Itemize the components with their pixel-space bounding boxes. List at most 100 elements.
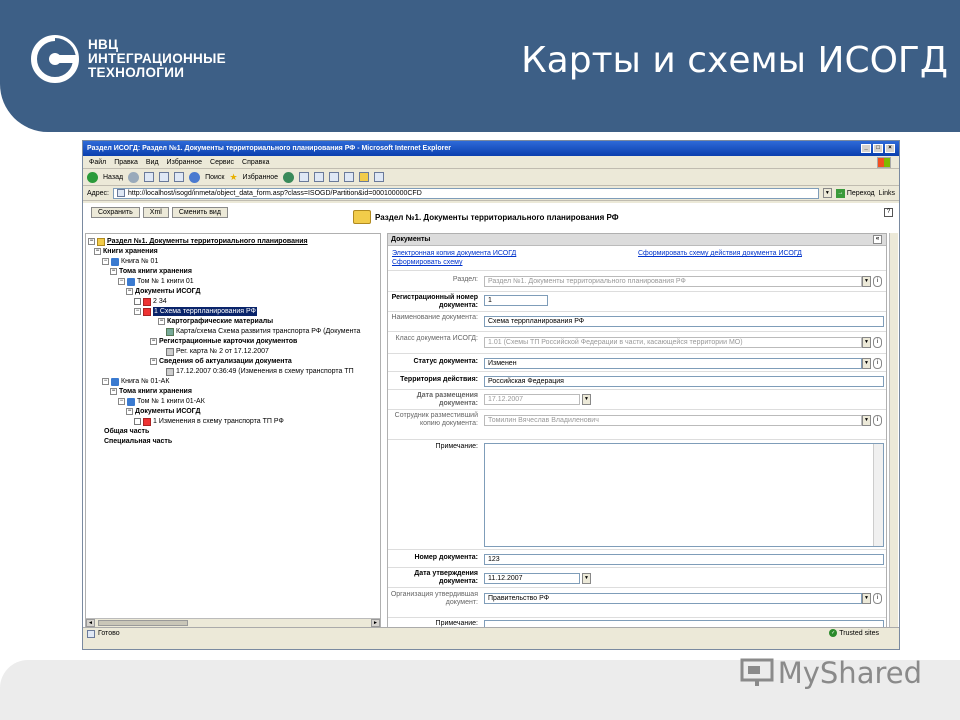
menu-help[interactable]: Справка xyxy=(242,159,269,166)
collapse-icon[interactable]: − xyxy=(150,338,157,345)
regnum-field[interactable]: 1 xyxy=(484,295,548,306)
refresh-icon[interactable] xyxy=(159,172,170,182)
links-button[interactable]: Links xyxy=(879,190,895,197)
collapse-icon[interactable]: − xyxy=(126,288,133,295)
menu-edit[interactable]: Правка xyxy=(114,159,138,166)
home-icon[interactable] xyxy=(174,172,185,182)
collapse-icon[interactable]: − xyxy=(102,378,109,385)
checkbox[interactable] xyxy=(134,418,141,425)
scroll-thumb[interactable] xyxy=(98,620,188,626)
history-icon[interactable] xyxy=(299,172,310,182)
tree-doc-234[interactable]: 2 34 xyxy=(134,297,167,306)
tree-doc-selected[interactable]: − 1 Схема террпланирования РФ xyxy=(134,307,257,316)
change-view-button[interactable]: Сменить вид xyxy=(171,207,228,218)
xml-button[interactable]: Xml xyxy=(142,207,169,218)
collapse-icon[interactable]: − xyxy=(118,278,125,285)
scroll-left-icon[interactable]: ◄ xyxy=(86,619,95,627)
make-scheme-link[interactable]: Сформировать схему xyxy=(392,259,463,266)
employee-dropdown-icon[interactable]: ▼ xyxy=(862,415,871,426)
status-info-icon[interactable]: i xyxy=(873,358,882,369)
favorites-label[interactable]: Избранное xyxy=(243,174,278,181)
tree-special[interactable]: Специальная часть xyxy=(104,437,172,446)
tree-map[interactable]: Карта/схема Схема развития транспорта РФ… xyxy=(166,327,360,336)
tree-volumes-2[interactable]: − Тома книги хранения xyxy=(110,387,192,396)
class-field[interactable]: 1.01 (Схемы ТП Российской Федерации в ча… xyxy=(484,337,862,348)
note-textarea[interactable] xyxy=(484,443,884,547)
tree-volume-1[interactable]: − Том № 1 книги 01 xyxy=(118,277,194,286)
search-icon[interactable] xyxy=(189,171,201,183)
favorites-star-icon[interactable]: ★ xyxy=(229,172,237,183)
name-field[interactable]: Схема террпланирования РФ xyxy=(484,316,884,327)
back-icon[interactable] xyxy=(87,171,98,183)
class-dropdown-icon[interactable]: ▼ xyxy=(862,337,871,348)
tree-volumes[interactable]: − Тома книги хранения xyxy=(110,267,192,276)
approve-calendar-icon[interactable]: ▼ xyxy=(582,573,591,584)
employee-field[interactable]: Томилин Вячеслав Владиленович xyxy=(484,415,862,426)
collapse-icon[interactable]: − xyxy=(94,248,101,255)
tree-general[interactable]: Общая часть xyxy=(104,427,149,436)
tree-doc-change[interactable]: 1 Изменения в схему транспорта ТП РФ xyxy=(134,417,284,426)
checkbox[interactable] xyxy=(134,298,141,305)
tree-reg-cards[interactable]: − Регистрационные карточки документов xyxy=(150,337,297,346)
page-scrollbar[interactable] xyxy=(889,233,898,628)
tree-volume-2[interactable]: − Том № 1 книги 01-АК xyxy=(118,397,205,406)
address-value[interactable]: http://localhost/isogd/inmeta/object_dat… xyxy=(128,190,422,197)
razdel-info-icon[interactable]: i xyxy=(873,276,882,287)
go-button[interactable]: → Переход xyxy=(835,188,875,198)
collapse-icon[interactable]: − xyxy=(88,238,95,245)
collapse-icon[interactable]: − xyxy=(110,388,117,395)
stop-icon[interactable] xyxy=(144,172,155,182)
collapse-icon[interactable]: − xyxy=(134,308,141,315)
tree-isogd-docs-2[interactable]: − Документы ИСОГД xyxy=(126,407,200,416)
collapse-icon[interactable]: − xyxy=(118,398,125,405)
docnum-field[interactable]: 123 xyxy=(484,554,884,565)
org-info-icon[interactable]: i xyxy=(873,593,882,604)
folder-icon[interactable] xyxy=(359,172,370,182)
status-dropdown-icon[interactable]: ▼ xyxy=(862,358,871,369)
razdel-dropdown-icon[interactable]: ▼ xyxy=(862,276,871,287)
tree-books[interactable]: − Книги хранения xyxy=(94,247,158,256)
print-icon[interactable] xyxy=(329,172,340,182)
tree-root[interactable]: − Раздел №1. Документы территориального … xyxy=(88,237,308,246)
address-dropdown-icon[interactable]: ▼ xyxy=(822,188,832,198)
date-field[interactable]: 17.12.2007 xyxy=(484,394,580,405)
menu-file[interactable]: Файл xyxy=(89,159,106,166)
collapse-icon[interactable]: − xyxy=(158,318,165,325)
status-field[interactable]: Изменен xyxy=(484,358,862,369)
action-scheme-link[interactable]: Сформировать схему действия документа ИС… xyxy=(638,250,802,257)
edit-icon[interactable] xyxy=(344,172,355,182)
class-info-icon[interactable]: i xyxy=(873,337,882,348)
collapse-icon[interactable]: − xyxy=(110,268,117,275)
territory-field[interactable]: Российская Федерация xyxy=(484,376,884,387)
collapse-icon[interactable]: − xyxy=(126,408,133,415)
tree-carto[interactable]: − Картографические материалы xyxy=(158,317,273,326)
close-button[interactable]: × xyxy=(885,144,895,153)
forward-icon[interactable] xyxy=(128,171,140,183)
minimize-button[interactable]: _ xyxy=(861,144,871,153)
tree-horizontal-scrollbar[interactable]: ◄ ► xyxy=(86,618,380,627)
help-icon[interactable]: ? xyxy=(884,208,893,217)
tree-actual[interactable]: − Сведения об актуализации документа xyxy=(150,357,292,366)
tree-book-01[interactable]: − Книга № 01 xyxy=(102,257,158,266)
razdel-field[interactable]: Раздел №1. Документы территориального пл… xyxy=(484,276,862,287)
collapse-icon[interactable]: − xyxy=(150,358,157,365)
mail-icon[interactable] xyxy=(314,172,325,182)
org-dropdown-icon[interactable]: ▼ xyxy=(862,593,871,604)
save-button[interactable]: Сохранить xyxy=(91,207,140,218)
address-input[interactable]: http://localhost/isogd/inmeta/object_dat… xyxy=(112,187,819,199)
approve-field[interactable]: 11.12.2007 xyxy=(484,573,580,584)
media-icon[interactable] xyxy=(283,171,295,183)
maximize-button[interactable]: □ xyxy=(873,144,883,153)
collapse-up-icon[interactable]: « xyxy=(873,235,882,244)
messenger-icon[interactable] xyxy=(374,172,385,182)
back-label[interactable]: Назад xyxy=(103,174,123,181)
note-scrollbar[interactable] xyxy=(873,444,883,546)
org-field[interactable]: Правительство РФ xyxy=(484,593,862,604)
scroll-right-icon[interactable]: ► xyxy=(371,619,380,627)
menu-view[interactable]: Вид xyxy=(146,159,159,166)
tree-actual-item[interactable]: 17.12.2007 0:36:49 (Изменения в схему тр… xyxy=(166,367,354,376)
ecopy-link[interactable]: Электронная копия документа ИСОГД xyxy=(392,250,516,257)
date-calendar-icon[interactable]: ▼ xyxy=(582,394,591,405)
tree-book-01ak[interactable]: − Книга № 01-АК xyxy=(102,377,169,386)
employee-info-icon[interactable]: i xyxy=(873,415,882,426)
